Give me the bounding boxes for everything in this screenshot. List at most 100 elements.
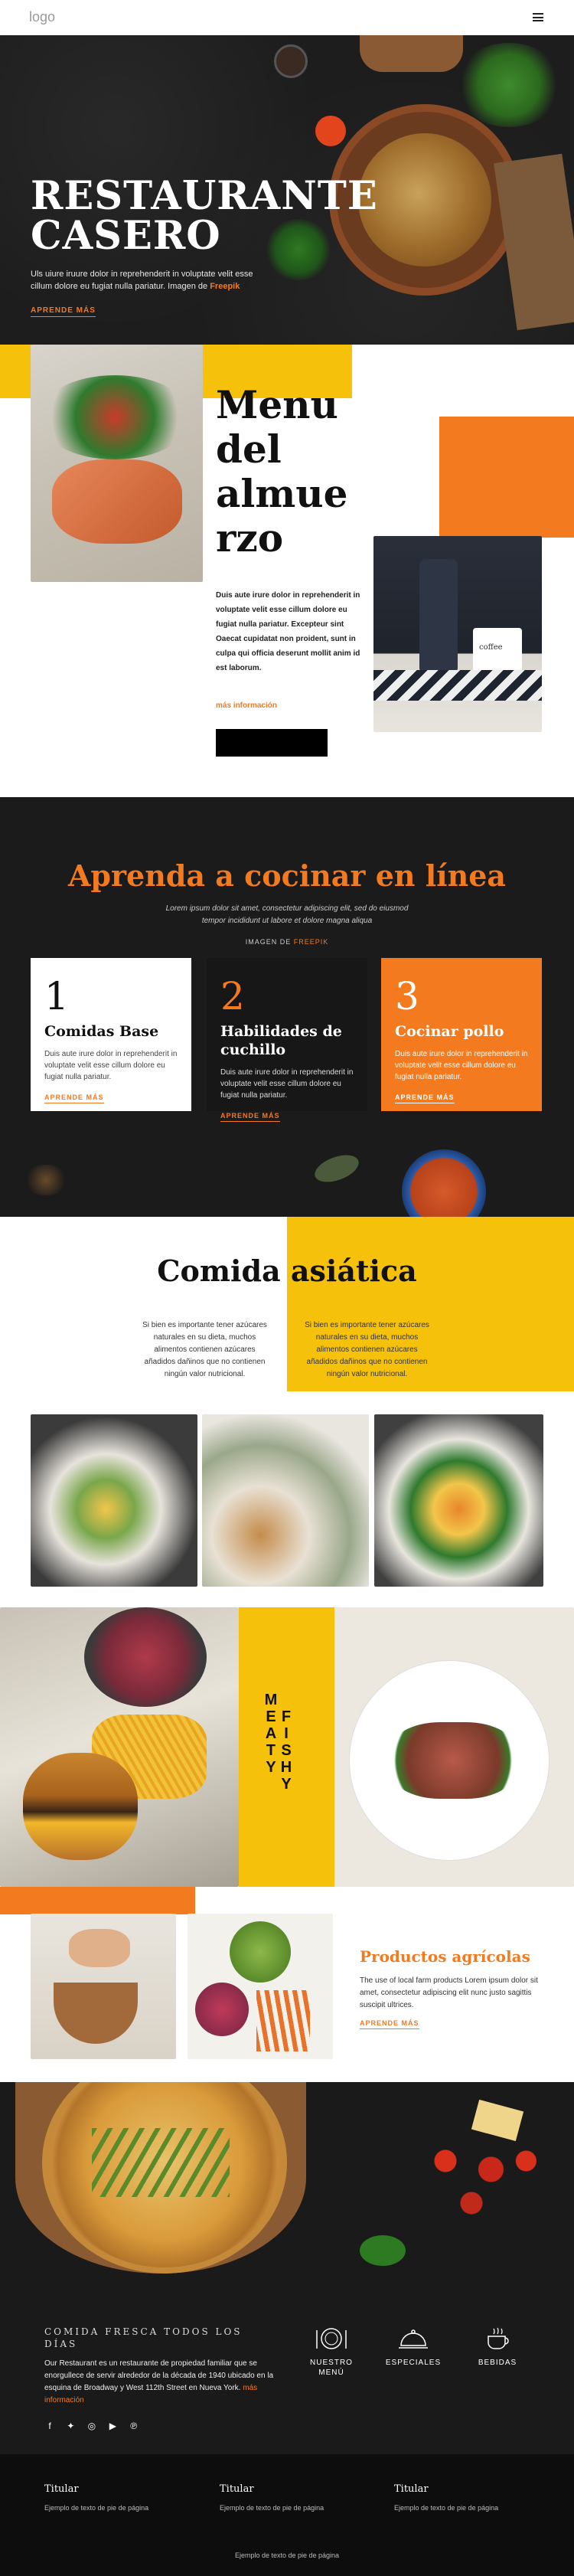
learn-credit: IMAGEN DE FREEPIK [0, 938, 574, 946]
fresh-heading: COMIDA FRESCA TODOS LOS DÍAS [44, 2326, 243, 2349]
card-link[interactable]: APRENDE MÁS [220, 1112, 280, 1122]
youtube-icon[interactable]: ▶ [107, 2421, 118, 2431]
pepper-bowl-image [274, 44, 308, 78]
burger-image [23, 1753, 138, 1860]
card-text: Duis aute irure dolor in reprehenderit i… [44, 1050, 178, 1081]
farm-title: Productos agrícolas [360, 1947, 530, 1966]
asian-dish-image-3 [374, 1414, 543, 1587]
footer-title: Titular [44, 2483, 79, 2495]
coffee-image: coffee [373, 536, 542, 732]
learn-title: Aprenda a cocinar en línea [0, 858, 574, 893]
orange-farm-block [0, 1887, 195, 1914]
pepper-spill-image [23, 1165, 69, 1195]
steak-plate-image [334, 1607, 574, 1887]
cheese-image [471, 2099, 524, 2142]
social-icons: f ✦ ◎ ▶ ℗ [44, 2419, 146, 2433]
lunch-menu-section: Menu del almue rzo Duis aute irure dolor… [0, 345, 574, 797]
basil-image [360, 2235, 406, 2266]
card-link[interactable]: APRENDE MÁS [44, 1093, 104, 1103]
lunch-title-line1: Menu [216, 382, 338, 427]
farm-link[interactable]: APRENDE MÁS [360, 2019, 419, 2029]
cauliflower-image [230, 1921, 291, 1983]
burger-fries-image [0, 1607, 239, 1887]
hero-cta-link[interactable]: APRENDE MÁS [31, 306, 96, 317]
hero-section: RESTAURANTE CASERO Uls uiure iruure dolo… [0, 35, 574, 345]
letter: I [284, 1725, 289, 1742]
asian-dish-image-1 [31, 1414, 197, 1587]
cloche-icon [399, 2329, 428, 2349]
letter: A [265, 1725, 277, 1742]
service-label: ESPECIALES [385, 2359, 442, 2367]
vegetables-image [188, 1914, 333, 2059]
chef-garnish-image [31, 1914, 176, 2059]
carrots-image [256, 1990, 310, 2051]
instagram-icon[interactable]: ◎ [86, 2421, 97, 2431]
asian-food-section: Comida asiática Si bien es importante te… [0, 1217, 574, 1607]
service-label: BEBIDAS [478, 2359, 517, 2367]
footer-column-2: Titular Ejemplo de texto de pie de págin… [220, 2483, 373, 2512]
lunch-black-button[interactable] [216, 729, 328, 757]
pinterest-icon[interactable]: ℗ [129, 2421, 139, 2431]
striped-cloth-image [373, 670, 542, 701]
letter: E [266, 1708, 276, 1725]
meaty-fishy-section: M E A T Y F I S H Y Productos agrícolas … [0, 1607, 574, 2082]
letter: H [280, 1759, 292, 1776]
course-card-1[interactable]: 1 Comidas Base Duis aute irure dolor in … [31, 958, 191, 1111]
mug-label: coffee [479, 643, 503, 652]
hero-title-line1: RESTAURANTE [31, 173, 378, 219]
farm-text: The use of local farm products Lorem ips… [360, 1976, 538, 2009]
service-specials[interactable]: ESPECIALES [379, 2326, 448, 2368]
wooden-bowl-image [54, 1983, 138, 2044]
facebook-icon[interactable]: f [44, 2421, 55, 2431]
lunch-menu-title: Menu del almue rzo [216, 383, 347, 561]
card-link[interactable]: APRENDE MÁS [395, 1093, 455, 1103]
course-card-3[interactable]: 3 Cocinar pollo Duis aute irure dolor in… [381, 958, 542, 1111]
lunch-title-line4: rzo [216, 515, 284, 561]
footer-bottom-text: Ejemplo de texto de pie de página [234, 2551, 340, 2559]
service-label: NUESTRO MENÚ [310, 2359, 353, 2377]
hands-image [69, 1929, 130, 1967]
herbs-image [455, 43, 563, 127]
fishy-word: F I S H Y [279, 1708, 294, 1793]
card-title: Habilidades de cuchillo [220, 1023, 342, 1058]
card-number: 2 [220, 974, 245, 1018]
footer-text: Ejemplo de texto de pie de página [394, 2504, 499, 2512]
fresh-text-body: Our Restaurant es un restaurante de prop… [44, 2359, 274, 2392]
footer-text: Ejemplo de texto de pie de página [44, 2504, 149, 2512]
lunch-title-line3: almue [216, 471, 348, 516]
learn-credit-text: IMAGEN DE [245, 938, 292, 946]
bread-image [360, 35, 463, 72]
learn-credit-link[interactable]: FREEPIK [294, 938, 329, 946]
footer-text: Ejemplo de texto de pie de página [220, 2504, 325, 2512]
site-header: logo [0, 0, 574, 35]
asian-column-2: Si bien es importante tener azúcares nat… [305, 1321, 429, 1378]
footer-column-3: Titular Ejemplo de texto de pie de págin… [394, 2483, 547, 2512]
cloth-image [494, 153, 574, 331]
coffee-cup-icon [488, 2327, 509, 2349]
salad-image [38, 375, 191, 459]
dinner-plate-icon [316, 2328, 347, 2349]
logo[interactable]: logo [29, 9, 55, 25]
twitter-icon[interactable]: ✦ [65, 2421, 76, 2431]
coffee-pot-image [419, 559, 458, 674]
letter: M [264, 1692, 278, 1708]
letter: F [281, 1708, 292, 1725]
course-card-2[interactable]: 2 Habilidades de cuchillo Duis aute irur… [207, 958, 367, 1122]
lunch-body-text: Duis aute irure dolor in reprehenderit i… [216, 591, 360, 672]
card-number: 3 [395, 974, 419, 1018]
hero-freepik-link[interactable]: Freepik [210, 282, 240, 291]
leaf-image [311, 1149, 363, 1188]
lunch-more-link[interactable]: más información [216, 701, 277, 710]
letter: T [266, 1742, 276, 1759]
meaty-word: M E A T Y [263, 1692, 279, 1776]
asparagus-image [92, 2128, 230, 2197]
pizza-section: COMIDA FRESCA TODOS LOS DÍAS Our Restaur… [0, 2082, 574, 2454]
hamburger-menu-icon[interactable] [533, 13, 543, 21]
card-text: Duis aute irure dolor in reprehenderit i… [395, 1050, 528, 1081]
orange-block [439, 417, 574, 538]
service-menu[interactable]: NUESTRO MENÚ [297, 2326, 366, 2378]
steak-image [388, 1722, 518, 1799]
service-drinks[interactable]: BEBIDAS [463, 2326, 532, 2368]
learn-title-bold: cocinar [244, 858, 366, 893]
asian-dish-image-2 [202, 1414, 369, 1587]
